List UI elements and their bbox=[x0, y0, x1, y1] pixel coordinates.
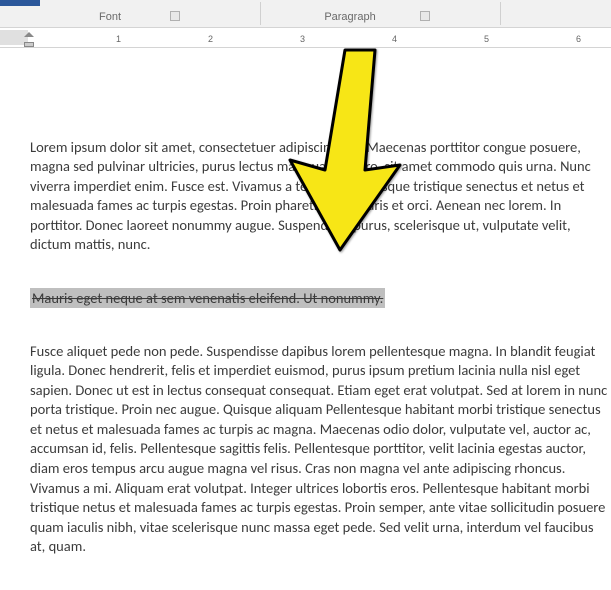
ruler-tick: 6 bbox=[576, 34, 581, 44]
ribbon-divider bbox=[260, 2, 261, 25]
body-paragraph-selected[interactable]: Mauris eget neque at sem venenatis eleif… bbox=[30, 289, 611, 309]
horizontal-ruler[interactable]: 1 2 3 4 5 6 bbox=[0, 28, 611, 48]
ruler-tick: 2 bbox=[208, 34, 213, 44]
body-paragraph[interactable]: Fusce aliquet pede non pede. Suspendisse… bbox=[30, 342, 611, 557]
ruler-tick: 4 bbox=[392, 34, 397, 44]
ribbon-group-labels: Font Paragraph bbox=[0, 0, 611, 28]
body-paragraph[interactable]: Lorem ipsum dolor sit amet, consectetuer… bbox=[30, 138, 611, 255]
ruler-tick: 5 bbox=[484, 34, 489, 44]
ruler-tick: 3 bbox=[300, 34, 305, 44]
ribbon-accent bbox=[0, 0, 40, 6]
ribbon-group-paragraph: Paragraph bbox=[290, 11, 410, 23]
selected-strikethrough-text[interactable]: Mauris eget neque at sem venenatis eleif… bbox=[30, 288, 385, 308]
ribbon-divider bbox=[500, 2, 501, 25]
ribbon-group-font: Font bbox=[60, 11, 160, 23]
paragraph-dialog-launcher[interactable] bbox=[420, 11, 430, 21]
first-line-indent-marker[interactable] bbox=[24, 32, 34, 37]
font-dialog-launcher[interactable] bbox=[170, 11, 180, 21]
hanging-indent-marker[interactable] bbox=[24, 42, 34, 47]
ruler-tick: 1 bbox=[116, 34, 121, 44]
document-page[interactable]: Lorem ipsum dolor sit amet, consectetuer… bbox=[0, 48, 611, 590]
